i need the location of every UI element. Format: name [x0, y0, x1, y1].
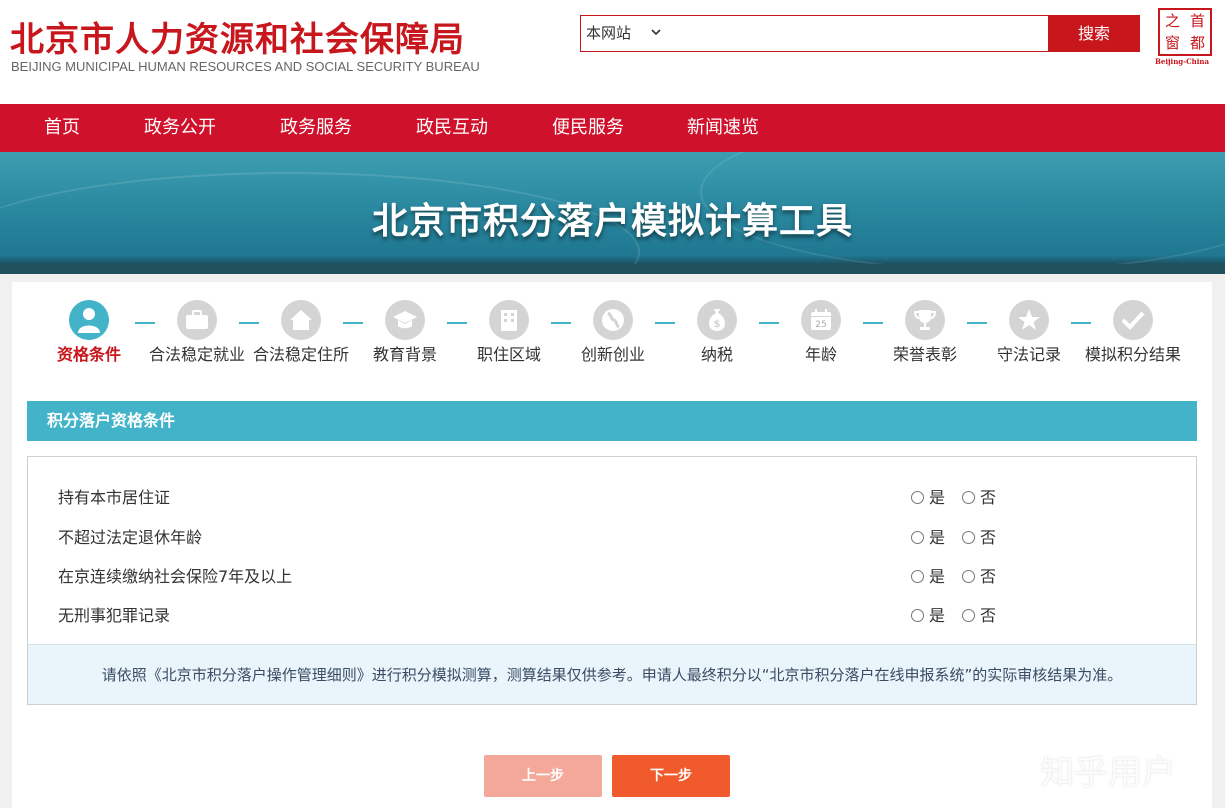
watermark: 知乎用户 [1040, 753, 1176, 793]
search-scope-value: 本网站 [586, 24, 632, 42]
check-icon [1113, 300, 1153, 340]
step-label: 创新创业 [580, 345, 645, 364]
nav-item-news[interactable]: 新闻速览 [687, 104, 759, 152]
step-label: 荣誉表彰 [892, 345, 957, 364]
step-law-record[interactable]: 守法记录 [979, 300, 1079, 366]
seal-char: 都 [1189, 34, 1205, 52]
step-label: 合法稳定就业 [148, 345, 245, 364]
next-step-button[interactable]: 下一步 [612, 755, 730, 797]
building-icon [489, 300, 529, 340]
banner-bottom-band [0, 264, 1225, 274]
step-education[interactable]: 教育背景 [355, 300, 455, 366]
house-icon [281, 300, 321, 340]
nav-item-interaction[interactable]: 政民互动 [416, 104, 488, 152]
question-label: 无刑事犯罪记录 [58, 606, 171, 625]
step-label: 资格条件 [56, 345, 121, 364]
step-work-residence-area[interactable]: 职住区域 [459, 300, 559, 366]
globe-icon [593, 300, 633, 340]
nav-item-gov-services[interactable]: 政务服务 [280, 104, 352, 152]
calculator-panel: 资格条件 合法稳定就业 合法稳定住所 教育背景 职住区域 创新创业 $ 纳税 2… [12, 282, 1212, 808]
calendar-icon: 25 [801, 300, 841, 340]
step-honors[interactable]: 荣誉表彰 [875, 300, 975, 366]
radio-circle[interactable] [911, 609, 924, 622]
radio-label: 否 [980, 567, 997, 586]
radio-circle[interactable] [911, 491, 924, 504]
radio-circle[interactable] [962, 531, 975, 544]
radio-circle[interactable] [911, 531, 924, 544]
step-label: 守法记录 [996, 345, 1061, 364]
search-input[interactable] [673, 16, 1049, 51]
nav-item-public-services[interactable]: 便民服务 [552, 104, 624, 152]
radio-no[interactable]: 否 [962, 565, 996, 589]
seal-char: 首 [1189, 12, 1205, 30]
step-label: 模拟积分结果 [1084, 345, 1181, 364]
seal-char: 窗 [1164, 34, 1180, 52]
question-row: 不超过法定退休年龄 是 否 [58, 526, 1168, 550]
seal-caption: Beijing-China [1155, 57, 1210, 66]
radio-label: 是 [929, 606, 946, 625]
step-label: 年龄 [804, 345, 837, 364]
question-row: 在京连续缴纳社会保险7年及以上 是 否 [58, 565, 1168, 589]
graduation-cap-icon [385, 300, 425, 340]
step-employment[interactable]: 合法稳定就业 [147, 300, 247, 366]
search-button[interactable]: 搜索 [1048, 15, 1140, 52]
radio-circle[interactable] [962, 570, 975, 583]
star-icon [1009, 300, 1049, 340]
radio-label: 否 [980, 528, 997, 547]
site-subtitle: BEIJING MUNICIPAL HUMAN RESOURCES AND SO… [11, 59, 480, 74]
site-header: 北京市人力资源和社会保障局 BEIJING MUNICIPAL HUMAN RE… [0, 0, 1225, 104]
disclaimer-notice: 请依照《北京市积分落户操作管理细则》进行积分模拟测算，测算结果仅供参考。申请人最… [28, 644, 1196, 704]
nav-item-gov-affairs-open[interactable]: 政务公开 [144, 104, 216, 152]
eligibility-form: 持有本市居住证 是 否 不超过法定退休年龄 是 否 在京连续缴纳社会保险7年及以… [27, 456, 1197, 705]
step-tax[interactable]: $ 纳税 [667, 300, 767, 366]
radio-no[interactable]: 否 [962, 604, 996, 628]
step-residence[interactable]: 合法稳定住所 [251, 300, 351, 366]
radio-no[interactable]: 否 [962, 526, 996, 550]
radio-yes[interactable]: 是 [911, 604, 945, 628]
question-label: 持有本市居住证 [58, 488, 171, 507]
person-icon [69, 300, 109, 340]
step-eligibility[interactable]: 资格条件 [39, 300, 139, 366]
step-label: 纳税 [700, 345, 733, 364]
site-title[interactable]: 北京市人力资源和社会保障局 [10, 12, 465, 61]
radio-label: 否 [980, 488, 997, 507]
search-bar: 本网站 搜索 [580, 15, 1140, 52]
nav-item-home[interactable]: 首页 [44, 104, 80, 152]
radio-circle[interactable] [962, 609, 975, 622]
briefcase-icon [177, 300, 217, 340]
prev-step-button[interactable]: 上一步 [484, 755, 602, 797]
step-age[interactable]: 25 年龄 [771, 300, 871, 366]
seal-char: 之 [1164, 12, 1180, 30]
calendar-day: 25 [815, 320, 826, 330]
svg-text:$: $ [714, 319, 721, 330]
step-innovation[interactable]: 创新创业 [563, 300, 663, 366]
section-header: 积分落户资格条件 [27, 401, 1197, 441]
question-row: 持有本市居住证 是 否 [58, 486, 1168, 510]
radio-circle[interactable] [911, 570, 924, 583]
beijing-seal-logo[interactable]: 之 首 窗 都 [1158, 8, 1212, 56]
step-label: 教育背景 [372, 345, 437, 364]
question-label: 不超过法定退休年龄 [58, 528, 203, 547]
radio-yes[interactable]: 是 [911, 565, 945, 589]
step-label: 职住区域 [476, 345, 541, 364]
chevron-down-icon [651, 16, 661, 51]
banner-title: 北京市积分落户模拟计算工具 [371, 201, 853, 242]
main-nav: 首页 政务公开 政务服务 政民互动 便民服务 新闻速览 [0, 104, 1225, 152]
search-scope-select[interactable]: 本网站 [581, 16, 671, 51]
step-result[interactable]: 模拟积分结果 [1083, 300, 1183, 366]
radio-yes[interactable]: 是 [911, 526, 945, 550]
radio-yes[interactable]: 是 [911, 486, 945, 510]
trophy-icon [905, 300, 945, 340]
radio-label: 是 [929, 567, 946, 586]
money-bag-icon: $ [697, 300, 737, 340]
radio-circle[interactable] [962, 491, 975, 504]
question-label: 在京连续缴纳社会保险7年及以上 [58, 567, 293, 586]
radio-label: 是 [929, 528, 946, 547]
radio-label: 是 [929, 488, 946, 507]
question-row: 无刑事犯罪记录 是 否 [58, 604, 1168, 628]
radio-no[interactable]: 否 [962, 486, 996, 510]
radio-label: 否 [980, 606, 997, 625]
page-banner: 北京市积分落户模拟计算工具 [0, 152, 1225, 274]
step-label: 合法稳定住所 [252, 345, 349, 364]
